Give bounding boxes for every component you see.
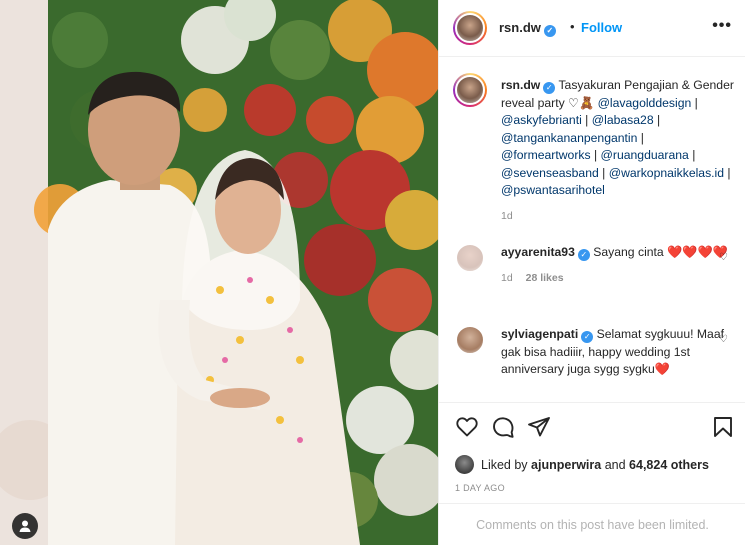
- post-header: rsn.dw ✓ • Follow •••: [439, 0, 745, 57]
- mention-link[interactable]: @lavagolddesign: [598, 96, 692, 110]
- author-avatar[interactable]: [453, 11, 487, 45]
- post-time-ago[interactable]: 1 DAY AGO: [455, 483, 505, 493]
- paper-plane-icon[interactable]: [527, 415, 551, 439]
- liked-by-text: Liked by ajunperwira and 64,824 others: [481, 458, 709, 472]
- verified-badge-icon: ✓: [581, 331, 594, 343]
- commenter-avatar[interactable]: [453, 323, 487, 357]
- liked-by-and: and: [604, 458, 626, 472]
- author-username[interactable]: rsn.dw ✓: [499, 20, 556, 37]
- comment-body: Sayang cinta: [593, 245, 664, 259]
- comment-time: 1d: [501, 271, 513, 284]
- comment-text: sylviagenpati ✓ Selamat sygkuuu! Maaf gak…: [501, 326, 736, 379]
- mention-separator: |: [581, 113, 592, 127]
- mention-link[interactable]: @formeartworks: [501, 148, 591, 162]
- mention-separator: |: [691, 95, 698, 110]
- comments-list[interactable]: rsn.dw ✓ Tasyakuran Pengajian & Gender re…: [439, 57, 745, 402]
- caption-text: rsn.dw ✓ Tasyakuran Pengajian & Gender re…: [501, 77, 736, 225]
- mention-separator: |: [590, 148, 601, 162]
- verified-badge-icon: ✓: [577, 249, 590, 261]
- mention-separator: |: [688, 148, 696, 162]
- liked-by-row: Liked by ajunperwira and 64,824 others: [455, 452, 740, 476]
- caption-username[interactable]: rsn.dw: [501, 78, 540, 92]
- follow-button[interactable]: Follow: [581, 20, 622, 35]
- comment-likes[interactable]: 28 likes: [526, 272, 564, 284]
- flower-wall-background: [0, 0, 438, 545]
- tagged-user-icon[interactable]: [12, 513, 38, 539]
- verified-badge-icon: ✓: [543, 25, 556, 37]
- mention-separator: |: [653, 113, 661, 127]
- like-comment-heart-icon[interactable]: ♡: [719, 252, 728, 263]
- commenter-username[interactable]: ayyarenita93: [501, 245, 575, 259]
- mention-separator: |: [724, 165, 731, 180]
- mention-link[interactable]: @askyfebrianti: [501, 113, 582, 127]
- post-side-panel: rsn.dw ✓ • Follow ••• rsn.dw ✓ Tasyakuran …: [438, 0, 745, 545]
- mention-separator: |: [637, 130, 644, 145]
- heart-emoji: ❤️: [654, 362, 670, 376]
- heart-outline-icon[interactable]: [455, 415, 479, 439]
- mention-link[interactable]: @ruangduarana: [601, 148, 689, 162]
- bookmark-icon[interactable]: [711, 415, 735, 439]
- comment-text: ayyarenita93 ✓ Sayang cinta ❤️❤️❤️❤️ 1d 2…: [501, 244, 736, 287]
- comment-bubble-icon[interactable]: [491, 415, 515, 439]
- like-comment-heart-icon[interactable]: ♡: [719, 334, 728, 345]
- mention-separator: |: [598, 165, 609, 180]
- caption-time: 1d: [501, 209, 513, 222]
- caption-meta: 1d: [501, 208, 736, 226]
- liker-avatar[interactable]: [455, 455, 474, 474]
- caption-author-avatar[interactable]: [453, 73, 487, 107]
- commenter-username[interactable]: sylviagenpati: [501, 327, 578, 341]
- verified-badge-icon: ✓: [543, 82, 556, 94]
- mention-link[interactable]: @tangankananpengantin: [501, 131, 637, 145]
- likes-count[interactable]: 64,824 others: [629, 458, 709, 472]
- mention-link[interactable]: @warkopnaikkelas.id: [609, 166, 724, 180]
- user-silhouette-icon: [19, 520, 31, 532]
- mention-link[interactable]: @sevenseasband: [501, 166, 599, 180]
- header-separator: •: [570, 19, 575, 34]
- post-photo[interactable]: [0, 0, 438, 545]
- liker-username[interactable]: ajunperwira: [531, 458, 601, 472]
- liked-by-prefix: Liked by: [481, 458, 528, 472]
- post-actions-bar: [439, 402, 745, 452]
- mention-link[interactable]: @labasa28: [592, 113, 654, 127]
- caption-mentions: @lavagolddesign | @askyfebrianti | @laba…: [501, 96, 731, 198]
- mention-link[interactable]: @pswantasarihotel: [501, 183, 605, 197]
- more-options-icon[interactable]: •••: [712, 17, 732, 35]
- comments-limited-notice: Comments on this post have been limited.: [439, 503, 745, 545]
- comment-meta: 1d 28 likes: [501, 270, 736, 288]
- commenter-avatar[interactable]: [453, 241, 487, 275]
